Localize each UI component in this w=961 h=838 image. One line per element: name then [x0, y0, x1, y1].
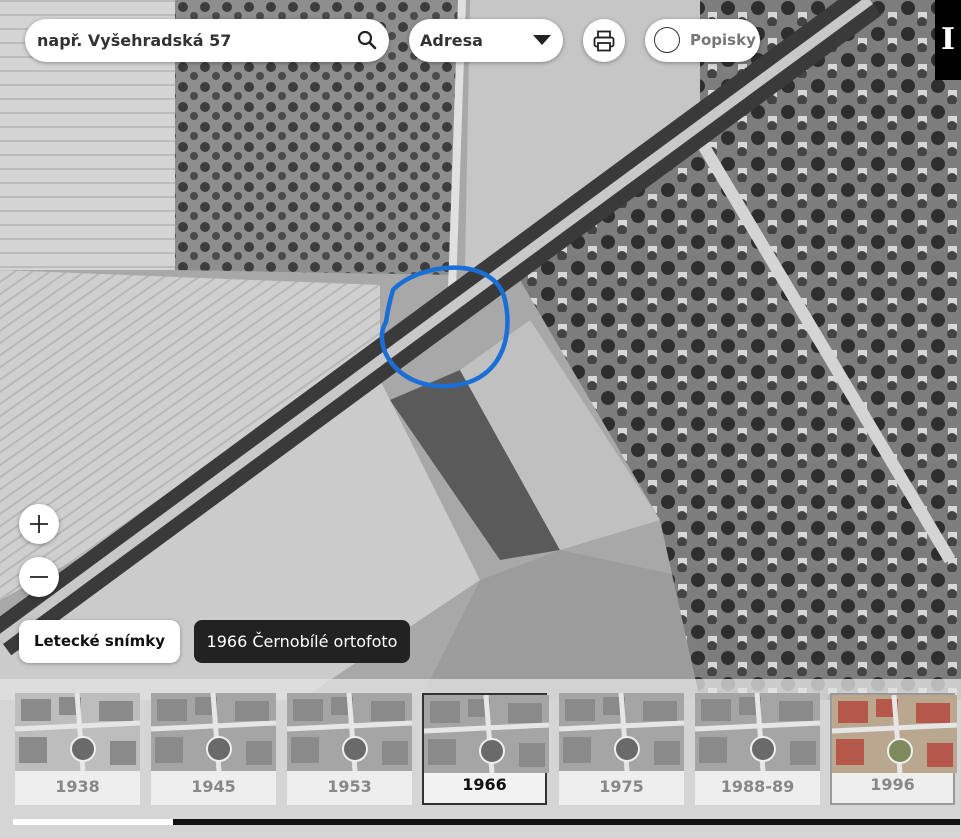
timeline-thumbnail	[695, 693, 820, 771]
search-icon[interactable]	[357, 30, 377, 50]
timeline-item-1966[interactable]: 1966	[422, 693, 549, 805]
timeline-year: 1945	[191, 777, 236, 796]
timeline-item-1996[interactable]: 1996	[830, 693, 957, 805]
timeline-year: 1938	[55, 777, 100, 796]
address-type-value: Adresa	[420, 31, 483, 50]
timeline-year: 1975	[599, 777, 644, 796]
zoom-out-button[interactable]	[19, 557, 59, 597]
print-button[interactable]	[583, 19, 625, 62]
minus-icon	[30, 576, 48, 578]
timeline-item-1975[interactable]: 1975	[559, 693, 684, 805]
zoom-in-button[interactable]	[19, 504, 59, 544]
search-box[interactable]: např. Vyšehradská 57	[25, 19, 389, 62]
logo: I	[935, 0, 961, 80]
timeline-item-1945[interactable]: 1945	[151, 693, 276, 805]
search-input[interactable]: např. Vyšehradská 57	[37, 31, 231, 50]
timeline-year: 1988-89	[720, 777, 795, 796]
timeline-thumbnail	[832, 695, 957, 773]
labels-toggle-label: Popisky	[690, 31, 756, 49]
timeline-item-1988-89[interactable]: 1988-89	[695, 693, 820, 805]
aerial-photos-button[interactable]: Letecké snímky	[19, 620, 180, 663]
timeline-year: 1996	[870, 775, 915, 794]
timeline-item-1938[interactable]: 1938	[15, 693, 140, 805]
timeline-thumbnail	[15, 693, 140, 771]
labels-toggle[interactable]: Popisky	[645, 19, 760, 62]
timeline-item-1953[interactable]: 1953	[287, 693, 412, 805]
timeline-thumbnail	[151, 693, 276, 771]
current-layer-label: 1966 Černobílé ortofoto	[194, 620, 410, 663]
timeline-thumbnail	[559, 693, 684, 771]
timeline-scrollbar-thumb[interactable]	[13, 819, 173, 825]
timeline-year: 1953	[327, 777, 372, 796]
timeline-year: 1966	[462, 775, 507, 794]
toggle-circle-icon[interactable]	[654, 27, 680, 53]
plus-icon	[30, 515, 48, 533]
timeline-thumbnail	[424, 695, 549, 773]
timeline-thumbnail	[287, 693, 412, 771]
address-type-select[interactable]: Adresa	[409, 19, 563, 62]
chevron-down-icon	[533, 35, 551, 45]
printer-icon	[593, 30, 615, 52]
